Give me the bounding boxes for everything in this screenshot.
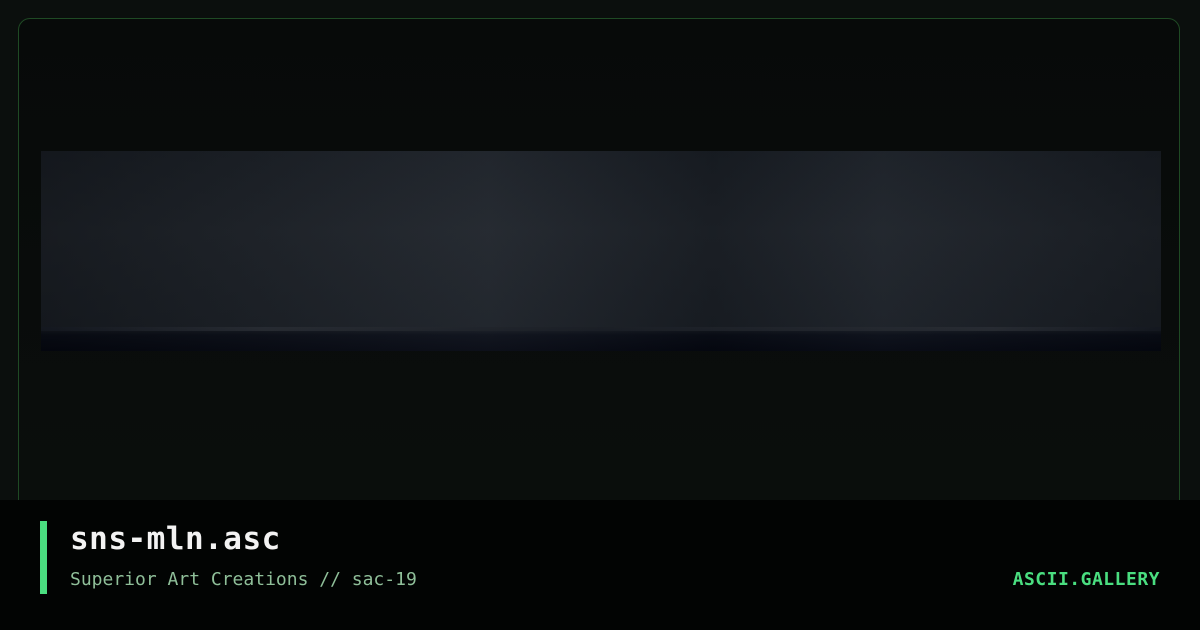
accent-bar <box>40 521 47 594</box>
artwork-preview-image <box>41 151 1161 351</box>
artwork-subtitle: Superior Art Creations // sac-19 <box>70 569 417 590</box>
artwork-title: sns-mln.asc <box>70 521 281 557</box>
footer-bar <box>0 500 1200 630</box>
site-brand: ASCII.GALLERY <box>1012 569 1160 590</box>
